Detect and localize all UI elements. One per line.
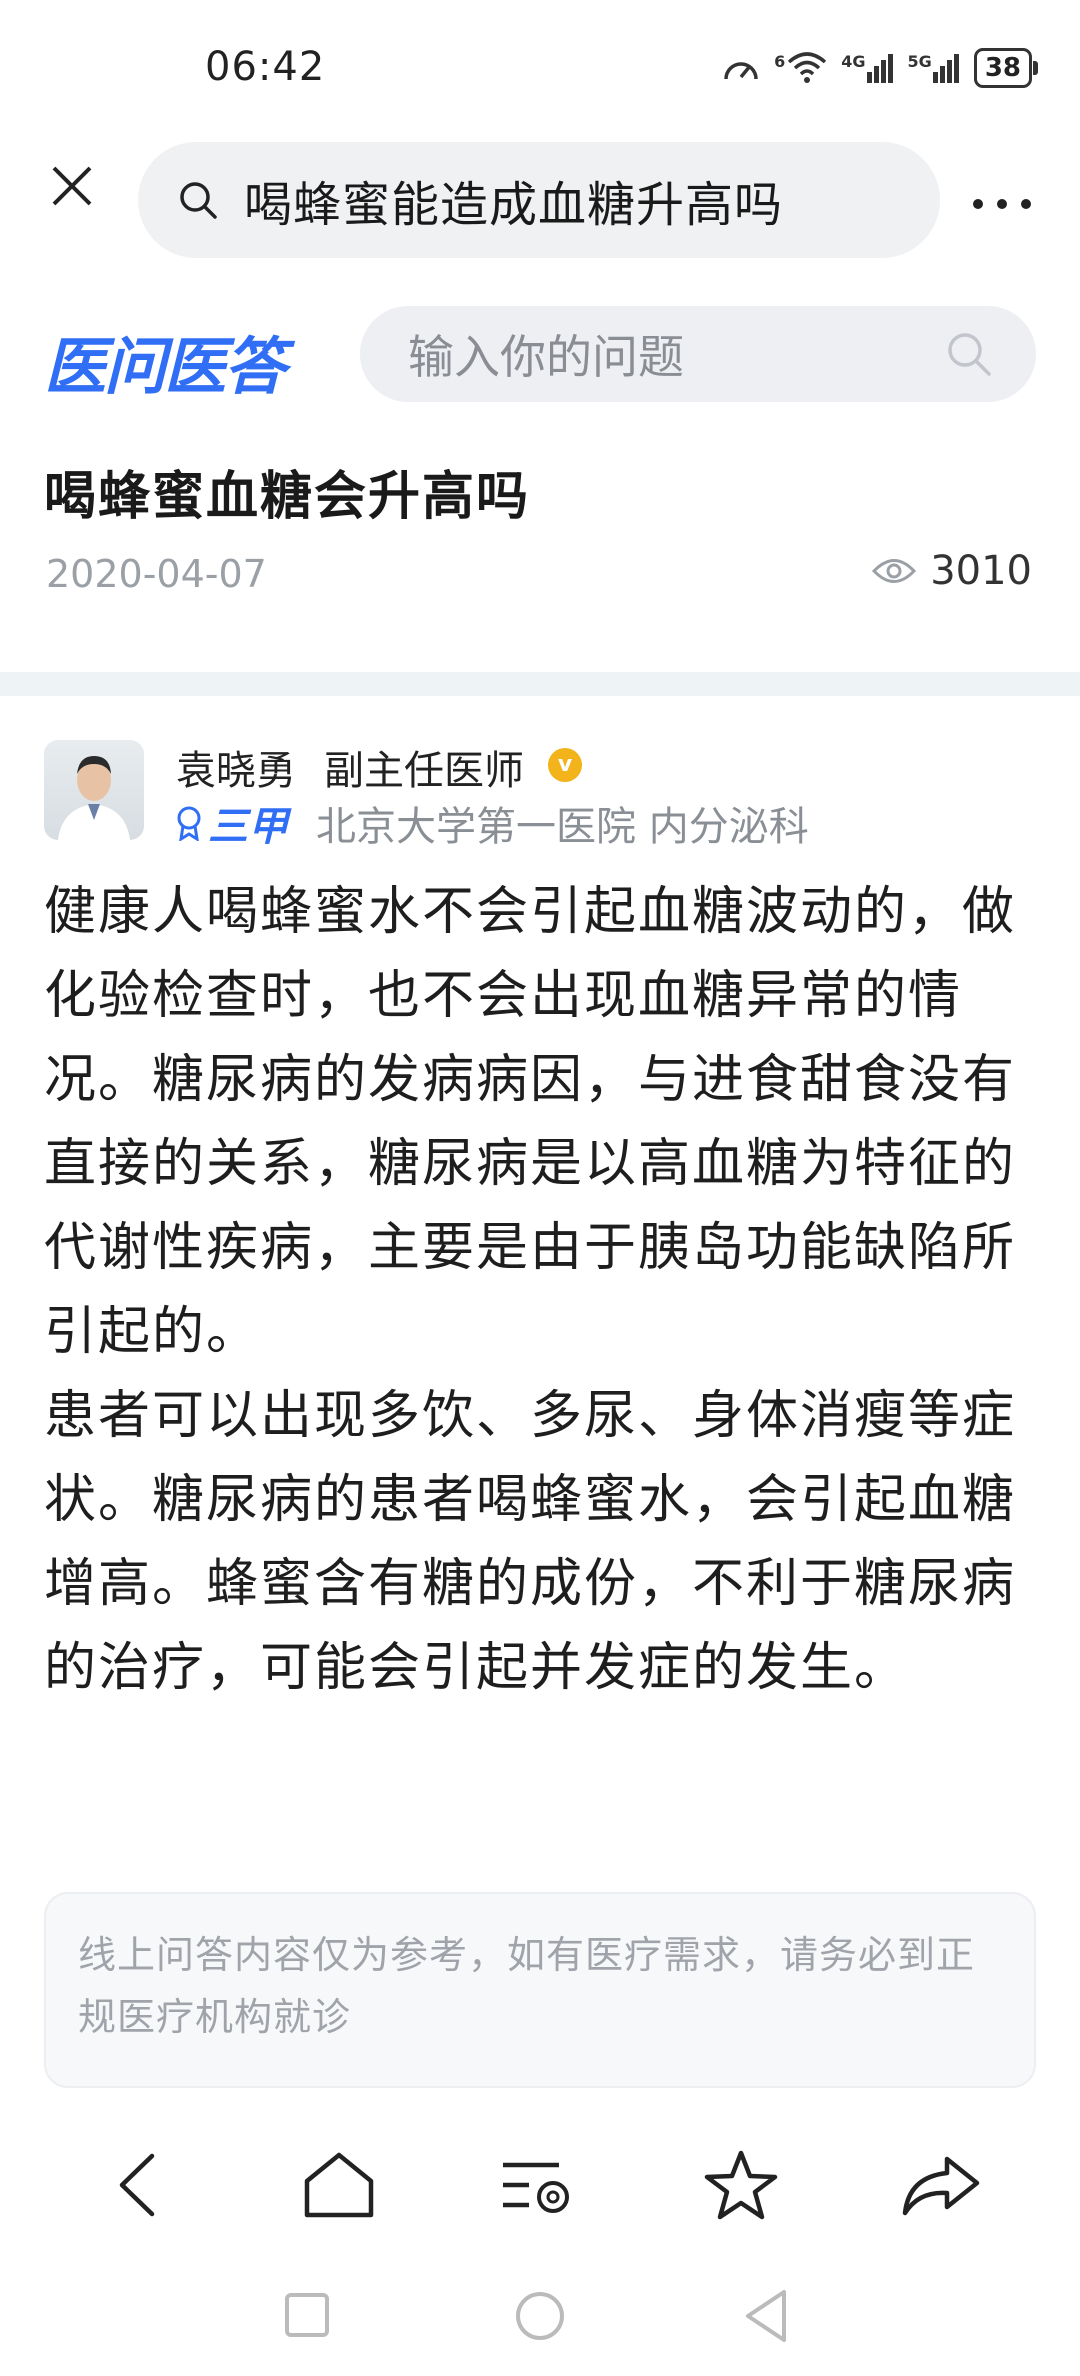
doctor-name[interactable]: 袁晓勇	[176, 738, 296, 796]
doctor-hospital: 北京大学第一医院 内分泌科	[316, 804, 809, 850]
answer-paragraph: 患者可以出现多饮、多尿、身体消瘦等症状。糖尿病的患者喝蜂蜜水，会引起血糖增高。蜂…	[44, 1386, 1017, 1698]
signal-4g-icon: 4G	[841, 52, 893, 84]
site-search-placeholder: 输入你的问题	[408, 330, 684, 384]
award-ribbon-icon	[177, 806, 201, 841]
signal-4g-label: 4G	[841, 52, 866, 71]
more-icon	[973, 199, 1031, 209]
tabs-icon	[503, 2162, 569, 2213]
section-divider	[0, 672, 1080, 696]
home-icon	[304, 2152, 374, 2218]
doctor-title: 副主任医师	[324, 748, 524, 794]
question-title: 喝蜂蜜血糖会升高吗	[44, 467, 531, 527]
wifi-icon: 6	[774, 52, 827, 84]
home-circle-icon[interactable]	[514, 2290, 566, 2342]
share-button[interactable]	[896, 2140, 986, 2230]
tabs-button[interactable]	[494, 2140, 584, 2230]
signal-5g-label: 5G	[907, 52, 932, 71]
system-navigation	[0, 2270, 1080, 2376]
site-search-icon[interactable]	[944, 329, 994, 379]
back-icon	[119, 2153, 155, 2217]
verified-badge-icon: v	[548, 748, 582, 782]
recent-icon[interactable]	[284, 2292, 330, 2338]
speed-meter-icon	[724, 62, 758, 80]
search-icon	[180, 182, 217, 219]
status-bar: 06:42 6 4G 5G 38	[0, 0, 1080, 130]
battery-indicator: 38	[973, 48, 1039, 88]
more-button[interactable]	[970, 170, 1034, 226]
disclaimer-box: 线上问答内容仅为参考，如有医疗需求，请务必到正规医疗机构就诊	[44, 1892, 1036, 2088]
browser-search-bar[interactable]: 喝蜂蜜能造成血糖升高吗	[138, 142, 940, 258]
eye-icon	[872, 559, 917, 583]
wifi-sup-label: 6	[774, 52, 786, 71]
hospital-grade: 三甲	[176, 794, 288, 852]
site-logo[interactable]: 医问医答	[44, 316, 286, 406]
back-triangle-icon[interactable]	[742, 2288, 790, 2344]
site-search-input[interactable]: 输入你的问题	[360, 306, 1036, 402]
grade-label: 三甲	[208, 804, 288, 850]
star-icon	[704, 2150, 778, 2220]
home-button[interactable]	[294, 2140, 384, 2230]
view-count: 3010	[872, 548, 1032, 594]
view-count-value: 3010	[930, 548, 1032, 594]
answer-body: 健康人喝蜂蜜水不会引起血糖波动的，做化验检查时，也不会出现血糖异常的情况。糖尿病…	[44, 870, 1044, 1710]
favorite-button[interactable]	[696, 2140, 786, 2230]
answer-paragraph: 健康人喝蜂蜜水不会引起血糖波动的，做化验检查时，也不会出现血糖异常的情况。糖尿病…	[44, 882, 1017, 1362]
question-date: 2020-04-07	[46, 552, 267, 596]
close-button[interactable]	[40, 160, 104, 224]
search-query-text: 喝蜂蜜能造成血糖升高吗	[244, 177, 784, 233]
doctor-avatar[interactable]	[44, 740, 144, 840]
status-icons: 6 4G 5G 38	[722, 48, 1039, 88]
back-button[interactable]	[92, 2140, 182, 2230]
status-time: 06:42	[205, 44, 326, 90]
signal-5g-icon: 5G	[908, 52, 960, 84]
close-icon	[52, 166, 92, 206]
share-icon	[902, 2156, 980, 2216]
